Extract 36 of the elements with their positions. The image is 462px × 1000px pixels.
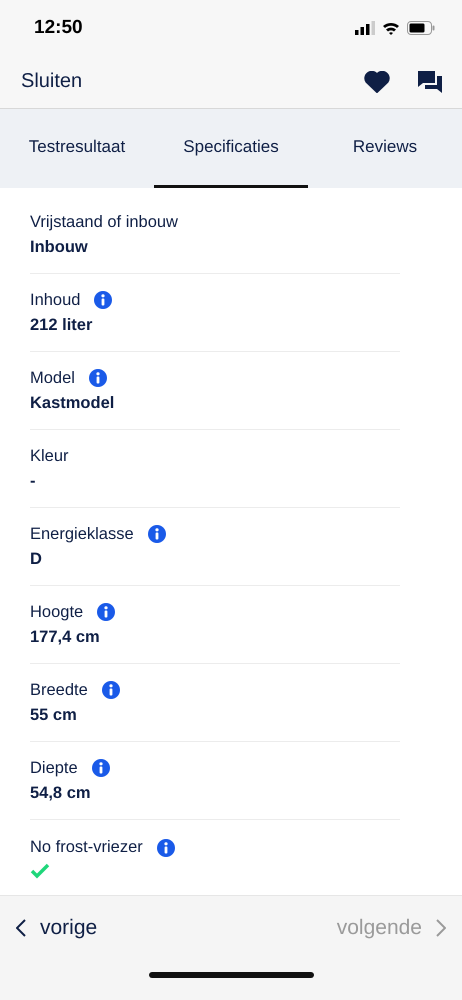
info-icon	[156, 838, 175, 856]
info-icon	[94, 291, 112, 309]
tab[interactable]: Testresultaat	[0, 109, 154, 188]
spec-label: Hoogte	[30, 602, 84, 622]
spec-value: D	[30, 550, 43, 568]
spec-value: 177,4 cm	[30, 628, 101, 646]
spec-value: Inbouw	[30, 238, 89, 256]
wifi-icon	[382, 20, 400, 34]
info-icon	[148, 525, 166, 543]
spec-value: -	[30, 472, 36, 490]
previous-button[interactable]: vorige	[16, 916, 98, 940]
tab[interactable]: Reviews	[308, 109, 462, 188]
battery-icon	[407, 20, 435, 34]
signal-icon	[355, 20, 375, 34]
spec-value: 212 liter	[30, 316, 94, 334]
info-icon	[88, 369, 107, 387]
spec-label: Vrijstaand of inbouw	[30, 212, 178, 232]
tab[interactable]: Specificaties	[154, 109, 308, 188]
info-icon	[97, 603, 116, 621]
spec-label: Kleur	[30, 446, 69, 466]
chevron-right-icon	[436, 919, 446, 937]
spec-value: 55 cm	[30, 706, 78, 724]
status-time: 12:50	[34, 16, 83, 38]
spec-value: Kastmodel	[30, 394, 116, 412]
spec-label: Inhoud	[30, 290, 80, 310]
spec-label: No frost-vriezer	[30, 838, 143, 857]
spec-value: 54,8 cm	[30, 784, 92, 802]
spec-label: Diepte	[30, 758, 78, 778]
info-icon	[102, 681, 120, 699]
spec-label: Energieklasse	[30, 524, 134, 544]
chat-icon	[418, 70, 442, 92]
spec-label: Breedte	[30, 680, 88, 700]
chevron-left-icon	[16, 919, 26, 937]
info-icon	[92, 759, 110, 777]
close-button[interactable]: Sluiten	[21, 70, 82, 93]
spec-label: Model	[30, 368, 75, 388]
